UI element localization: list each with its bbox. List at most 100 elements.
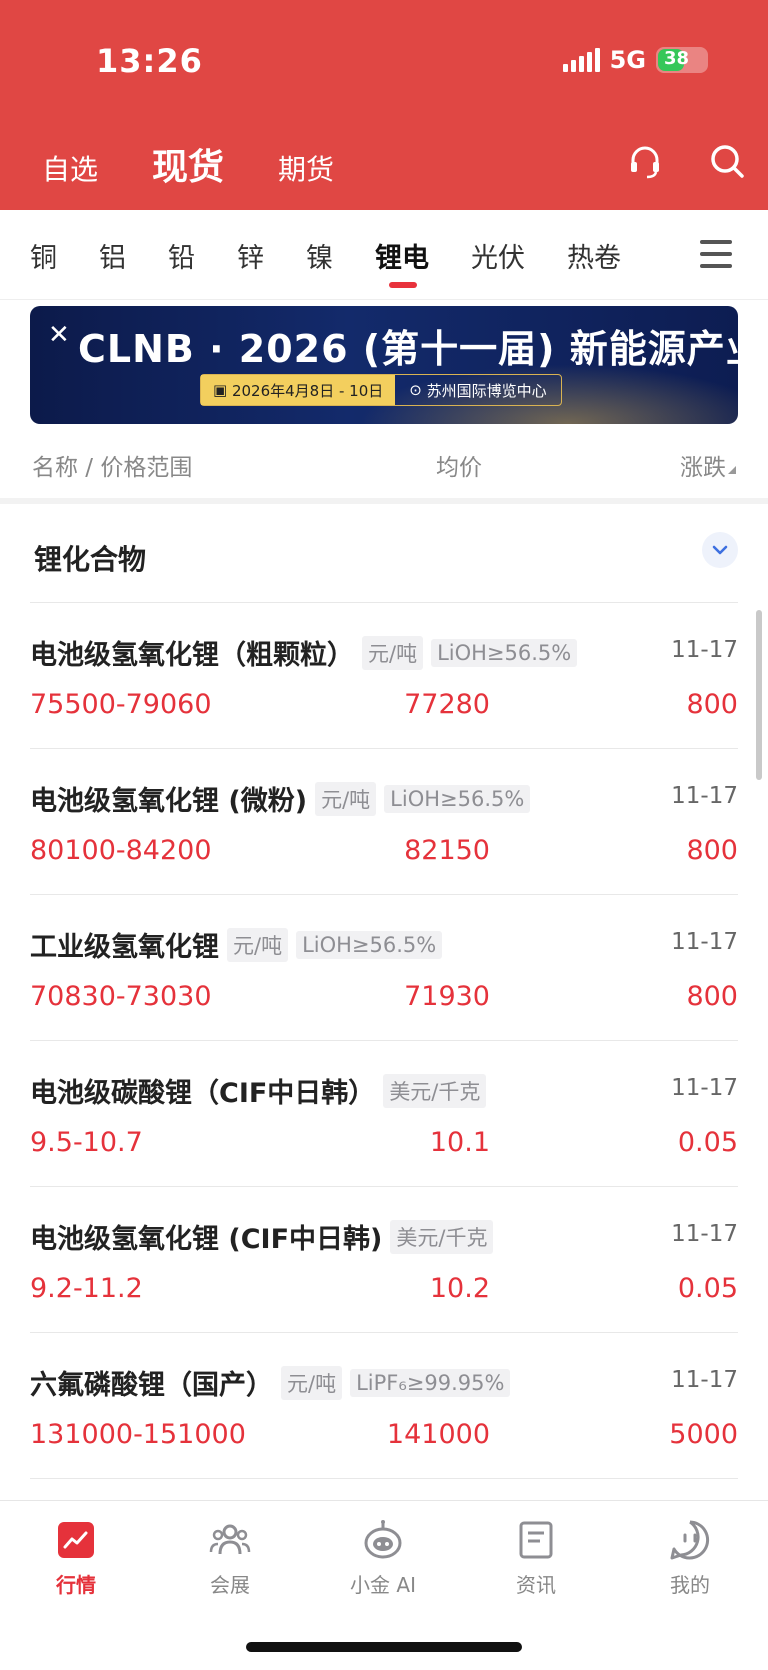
spec-tag: LiOH≥56.5% [296,930,443,959]
price-change: 5000 [669,1419,738,1450]
tab-spot[interactable]: 现货 [152,138,224,190]
column-change[interactable]: 涨跌 [680,448,726,482]
nav-exhibition[interactable]: 会展 [170,1519,290,1598]
price-date: 11-17 [671,637,738,663]
price-row[interactable]: 电池级氢氧化锂 (微粉) 元/吨 LiOH≥56.5% 11-17 80100-… [30,748,738,894]
product-name: 工业级氢氧化锂 [30,932,219,963]
robot-icon [362,1519,404,1561]
nav-label: 会展 [210,1573,250,1597]
top-header: 13:26 5G 38 自选 现货 期货 [0,0,768,210]
banner-date: ▣ 2026年4月8日 - 10日 [201,375,396,405]
price-date: 11-17 [671,783,738,809]
product-name: 电池级碳酸锂（CIF中日韩） [30,1078,376,1109]
price-change: 0.05 [677,1127,738,1158]
main-tabs: 自选 现货 期货 [42,138,334,190]
category-bar: 铜 铝 铅 锌 镍 锂电 光伏 热卷 [0,210,768,300]
column-name-range: 名称 / 价格范围 [32,455,193,481]
price-range: 9.2-11.2 [30,1273,143,1304]
banner-title: CLNB · 2026 (第十一届) 新能源产业博览会 [78,327,738,371]
market-icon [55,1519,97,1561]
average-price: 10.1 [429,1127,490,1158]
price-range: 75500-79060 [30,689,212,720]
nav-news[interactable]: 资讯 [476,1519,596,1598]
price-row[interactable]: 工业级氢氧化锂 元/吨 LiOH≥56.5% 11-17 70830-73030… [30,894,738,1040]
category-tabs: 铜 铝 铅 锌 镍 锂电 光伏 热卷 [30,236,663,288]
category-tab-aluminum[interactable]: 铝 [99,236,126,275]
spec-tag: LiOH≥56.5% [431,638,578,667]
average-price: 71930 [404,981,490,1012]
price-range: 80100-84200 [30,835,212,866]
average-price: 82150 [404,835,490,866]
price-change: 800 [686,835,738,866]
price-row[interactable]: 六氟磷酸锂（国产） 元/吨 LiPF₆≥99.95% 11-17 131000-… [30,1332,738,1478]
product-name: 电池级氢氧化锂（粗颗粒） [30,640,354,671]
unit-tag: 元/吨 [362,635,424,670]
sort-icon[interactable] [728,466,736,474]
price-change: 800 [686,981,738,1012]
people-icon [209,1519,251,1561]
nav-label: 行情 [56,1573,96,1597]
close-icon[interactable]: ✕ [48,320,70,350]
profile-icon [669,1519,711,1561]
status-indicators: 5G 38 [562,46,708,74]
average-price: 10.2 [429,1273,490,1304]
spec-tag: LiOH≥56.5% [384,784,531,813]
category-tab-lithium-battery[interactable]: 锂电 [375,236,429,288]
nav-label: 资讯 [516,1573,556,1597]
price-change: 0.05 [677,1273,738,1304]
average-price: 141000 [386,1419,490,1450]
unit-tag: 美元/千克 [383,1073,487,1108]
product-name: 电池级氢氧化锂 (CIF中日韩) [30,1224,383,1255]
price-row[interactable]: 电池级氢氧化锂 (CIF中日韩) 美元/千克 11-17 9.2-11.2 10… [30,1186,738,1332]
nav-profile[interactable]: 我的 [630,1519,750,1598]
category-tab-lead[interactable]: 铅 [168,236,195,275]
unit-tag: 元/吨 [315,781,377,816]
scrollbar[interactable] [756,610,762,780]
price-row[interactable]: 电池级碳酸锂（CIF中日韩） 美元/千克 11-17 9.5-10.7 10.1… [30,1040,738,1186]
tab-watchlist[interactable]: 自选 [42,148,98,188]
price-list: 电池级氢氧化锂（粗颗粒） 元/吨 LiOH≥56.5% 11-17 75500-… [30,602,738,1518]
section-header[interactable]: 锂化合物 [0,510,768,602]
unit-tag: 美元/千克 [390,1219,494,1254]
category-tab-copper[interactable]: 铜 [30,236,57,275]
nav-label: 小金 AI [350,1573,416,1597]
column-average: 均价 [436,455,482,481]
search-icon[interactable] [706,140,748,182]
product-name: 六氟磷酸锂（国产） [30,1370,273,1401]
status-time: 13:26 [96,42,203,80]
category-tab-hot-rolled-coil[interactable]: 热卷 [567,236,621,275]
banner-details: ▣ 2026年4月8日 - 10日 ⊙ 苏州国际博览中心 [200,374,562,406]
price-date: 11-17 [671,1367,738,1393]
list-header: 名称 / 价格范围 均价 涨跌 [0,440,768,504]
home-indicator[interactable] [246,1642,522,1652]
section-title: 锂化合物 [34,543,147,576]
price-range: 131000-151000 [30,1419,246,1450]
nav-ai-assistant[interactable]: 小金 AI [323,1519,443,1598]
spec-tag: LiPF₆≥99.95% [350,1368,511,1397]
menu-icon[interactable] [700,240,732,268]
category-tab-nickel[interactable]: 镍 [306,236,333,275]
battery-icon: 38 [656,47,708,73]
headset-icon[interactable] [624,140,666,182]
price-change: 800 [686,689,738,720]
tab-futures[interactable]: 期货 [278,148,334,188]
header-actions [624,140,748,182]
price-date: 11-17 [671,929,738,955]
nav-label: 我的 [670,1573,710,1597]
chevron-down-icon[interactable] [702,532,738,568]
category-tab-photovoltaic[interactable]: 光伏 [471,236,525,275]
unit-tag: 元/吨 [227,927,289,962]
calendar-icon: ▣ [213,381,232,399]
banner-place: ⊙ 苏州国际博览中心 [409,381,547,400]
document-icon [515,1519,557,1561]
price-date: 11-17 [671,1075,738,1101]
expo-banner[interactable]: ✕ CLNB · 2026 (第十一届) 新能源产业博览会 ▣ 2026年4月8… [30,306,738,424]
signal-icon [562,48,600,72]
nav-market[interactable]: 行情 [16,1519,136,1598]
network-label: 5G [609,46,646,74]
price-date: 11-17 [671,1221,738,1247]
category-tab-zinc[interactable]: 锌 [237,236,264,275]
price-row[interactable]: 电池级氢氧化锂（粗颗粒） 元/吨 LiOH≥56.5% 11-17 75500-… [30,602,738,748]
price-range: 70830-73030 [30,981,212,1012]
average-price: 77280 [404,689,490,720]
